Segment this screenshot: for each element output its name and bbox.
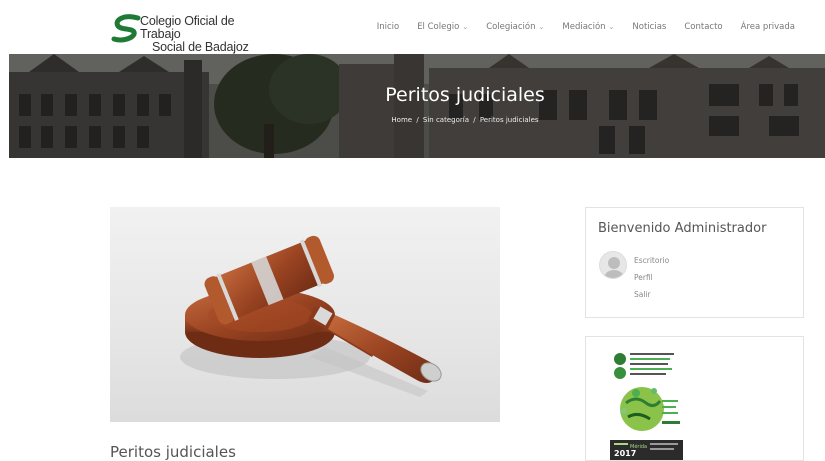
- nav-item-area-privada[interactable]: Área privada: [741, 22, 795, 32]
- link-escritorio[interactable]: Escritorio: [634, 252, 669, 269]
- user-links: Escritorio Perfil Salir: [634, 252, 669, 303]
- page-hero-banner: Peritos judiciales Home / Sin categoría …: [9, 54, 825, 158]
- nav-item-mediacion[interactable]: Mediación ⌄: [562, 22, 614, 32]
- chevron-down-icon: ⌄: [538, 23, 545, 31]
- nav-item-contacto[interactable]: Contacto: [684, 22, 722, 32]
- breadcrumb-home[interactable]: Home: [391, 116, 412, 124]
- post-title[interactable]: Peritos judiciales: [110, 443, 236, 461]
- main-nav: Inicio El Colegio ⌄ Colegiación ⌄ Mediac…: [377, 22, 795, 32]
- site-header: Colegio Oficial de Trabajo Social de Bad…: [0, 0, 825, 54]
- breadcrumb-current: Peritos judiciales: [479, 116, 539, 124]
- poster-year: 2017: [614, 449, 636, 458]
- post-featured-image[interactable]: [110, 207, 500, 422]
- link-perfil[interactable]: Perfil: [634, 269, 669, 286]
- breadcrumb-separator: /: [416, 116, 419, 124]
- poster-widget: 2017 Mérida: [585, 336, 804, 461]
- chevron-down-icon: ⌄: [462, 23, 469, 31]
- welcome-title: Bienvenido Administrador: [598, 221, 767, 236]
- nav-item-colegiacion[interactable]: Colegiación ⌄: [486, 22, 544, 32]
- nav-item-inicio[interactable]: Inicio: [377, 22, 400, 32]
- gavel-icon: [180, 235, 442, 397]
- nav-item-noticias[interactable]: Noticias: [632, 22, 666, 32]
- breadcrumb: Home / Sin categoría / Peritos judiciale…: [57, 116, 825, 124]
- site-logo[interactable]: Colegio Oficial de Trabajo Social de Bad…: [110, 12, 270, 54]
- breadcrumb-category[interactable]: Sin categoría: [423, 116, 469, 124]
- page-title: Peritos judiciales: [385, 84, 545, 106]
- logo-line-2: Social de Badajoz: [152, 40, 249, 54]
- link-salir[interactable]: Salir: [634, 286, 669, 303]
- poster-city: Mérida: [630, 443, 647, 450]
- breadcrumb-separator: /: [473, 116, 476, 124]
- logo-swoosh-icon: [111, 14, 141, 43]
- user-avatar-icon[interactable]: [599, 251, 627, 279]
- chevron-down-icon: ⌄: [608, 23, 615, 31]
- logo-line-1: Colegio Oficial de Trabajo: [140, 14, 235, 41]
- congress-poster-image[interactable]: 2017 Mérida: [610, 345, 683, 461]
- nav-item-el-colegio[interactable]: El Colegio ⌄: [417, 22, 468, 32]
- welcome-widget: Bienvenido Administrador Escritorio Perf…: [585, 207, 804, 318]
